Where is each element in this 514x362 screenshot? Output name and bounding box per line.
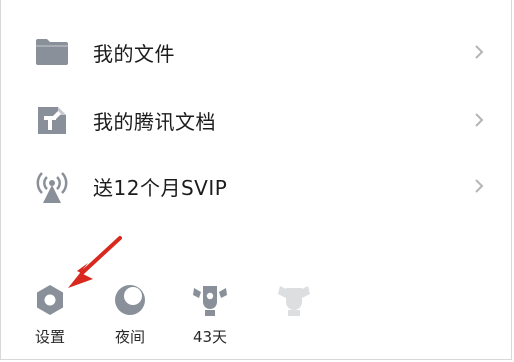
menu-item-svip-gift[interactable]: 送12个月SVIP [0,156,514,216]
chevron-right-icon [475,45,484,59]
days-badge-button[interactable]: 43天 [178,280,242,356]
night-mode-label: 夜间 [114,328,145,346]
broadcast-icon [34,168,70,204]
tencent-docs-icon [34,102,70,138]
menu-item-label: 我的文件 [93,41,175,66]
medal-icon [190,280,230,320]
menu-item-label: 我的腾讯文档 [93,109,216,134]
chevron-right-icon [475,113,484,127]
badge-icon [274,280,314,320]
gear-icon [30,280,70,320]
night-mode-button[interactable]: 夜间 [98,280,162,356]
badge-button[interactable] [262,280,326,356]
menu-item-my-files[interactable]: 我的文件 [0,22,514,82]
chevron-right-icon [475,179,484,193]
moon-icon [110,280,150,320]
folder-icon [34,34,70,70]
menu-item-tencent-docs[interactable]: 我的腾讯文档 [0,90,514,150]
menu-item-label: 送12个月SVIP [93,175,228,200]
settings-button[interactable]: 设置 [18,280,82,356]
settings-label: 设置 [34,328,65,346]
days-label: 43天 [192,328,228,346]
